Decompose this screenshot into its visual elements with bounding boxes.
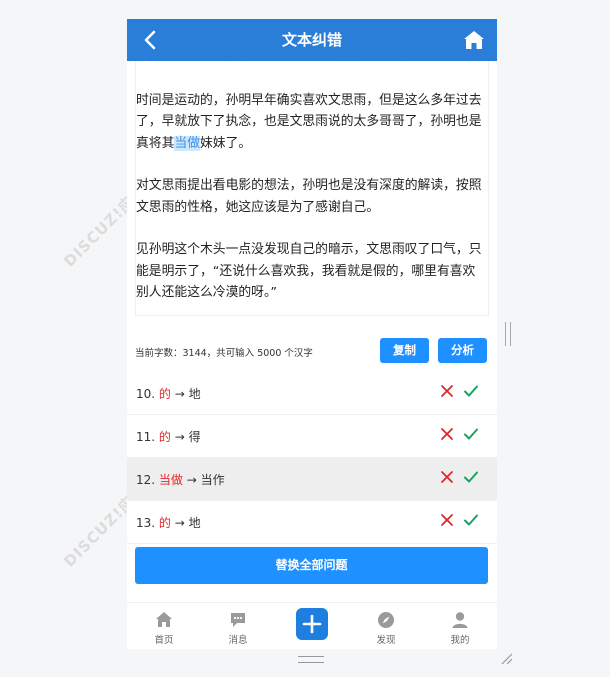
highlighted-error[interactable]: 当做 bbox=[174, 135, 200, 151]
reject-icon[interactable] bbox=[440, 470, 454, 484]
accept-check-icon[interactable] bbox=[463, 384, 479, 398]
editor-content[interactable]: “吃东西可以，看电影就算了，我想睡觉。”孙明道。时间是运动的，孙明早年确实喜欢文… bbox=[136, 61, 488, 315]
user-icon bbox=[452, 612, 468, 628]
suggested-word: 地 bbox=[188, 387, 201, 401]
wrong-word: 的 bbox=[158, 516, 171, 530]
correction-number: 12. bbox=[136, 473, 156, 487]
correction-row[interactable]: 12. 当做 → 当作 bbox=[127, 458, 497, 501]
arrow-glyph: → bbox=[186, 473, 197, 487]
analyze-button[interactable]: 分析 bbox=[438, 338, 487, 363]
replace-all-button[interactable]: 替换全部问题 bbox=[135, 547, 488, 584]
tab-messages[interactable]: 消息 bbox=[201, 603, 275, 649]
plus-icon bbox=[302, 614, 322, 634]
correction-text: 10. 的 → 地 bbox=[136, 385, 201, 402]
editor-fade bbox=[136, 61, 488, 75]
correction-row[interactable]: 11. 的 → 得 bbox=[127, 415, 497, 458]
correction-number: 10. bbox=[136, 387, 156, 401]
mobile-screen: 文本纠错 “吃东西可以，看电影就算了，我想睡觉。”孙明道。时间是运动的，孙明早年… bbox=[127, 19, 497, 649]
correction-row[interactable]: 13. 的 → 地 bbox=[127, 501, 497, 544]
correction-row[interactable]: 10. 的 → 地 bbox=[127, 372, 497, 415]
app-header: 文本纠错 bbox=[127, 19, 497, 61]
suggested-word: 得 bbox=[188, 430, 201, 444]
tab-label: 首页 bbox=[154, 635, 174, 646]
wrong-word: 当做 bbox=[158, 473, 183, 487]
home-icon bbox=[156, 612, 172, 627]
tab-home[interactable]: 首页 bbox=[127, 603, 201, 649]
accept-check-icon[interactable] bbox=[463, 427, 479, 441]
bottom-tab-bar: 首页 消息 发现 我的 bbox=[127, 602, 497, 649]
paragraph-text: 对文思雨提出看电影的想法，孙明也是没有深度的解读，按照文思雨的性格，她这应该是为… bbox=[136, 178, 482, 215]
arrow-glyph: → bbox=[174, 516, 185, 530]
reject-icon[interactable] bbox=[440, 513, 454, 527]
text-editor[interactable]: “吃东西可以，看电影就算了，我想睡觉。”孙明道。时间是运动的，孙明早年确实喜欢文… bbox=[135, 61, 489, 316]
suggested-word: 当作 bbox=[200, 473, 225, 487]
suggested-word: 地 bbox=[188, 516, 201, 530]
correction-number: 11. bbox=[136, 430, 156, 444]
compass-icon bbox=[378, 612, 394, 628]
tab-publish[interactable] bbox=[275, 603, 349, 649]
char-count: 当前字数：3144，共可输入 5000 个汉字 bbox=[135, 348, 313, 359]
reject-icon[interactable] bbox=[440, 427, 454, 441]
arrow-glyph: → bbox=[174, 430, 185, 444]
tab-profile[interactable]: 我的 bbox=[423, 603, 497, 649]
accept-check-icon[interactable] bbox=[463, 470, 479, 484]
correction-text: 13. 的 → 地 bbox=[136, 514, 201, 531]
vertical-scroll-handle[interactable] bbox=[505, 322, 511, 346]
copy-button[interactable]: 复制 bbox=[380, 338, 429, 363]
tab-label: 发现 bbox=[376, 635, 396, 646]
wrong-word: 的 bbox=[158, 430, 171, 444]
paragraph-text: 见孙明这个木头一点没发现自己的暗示，文思雨叹了口气，只能是明示了，“还说什么喜欢… bbox=[136, 242, 482, 300]
resize-grip-icon[interactable] bbox=[500, 652, 514, 666]
tab-discover[interactable]: 发现 bbox=[349, 603, 423, 649]
editor-paragraph: 时间是运动的，孙明早年确实喜欢文思雨，但是这么多年过去了，早就放下了执念，也是文… bbox=[136, 90, 488, 155]
plus-button[interactable] bbox=[296, 608, 328, 640]
correction-number: 13. bbox=[136, 516, 156, 530]
horizontal-scroll-handle[interactable] bbox=[298, 656, 324, 663]
accept-check-icon[interactable] bbox=[463, 513, 479, 527]
count-bar: 当前字数：3144，共可输入 5000 个汉字 复制 分析 bbox=[127, 329, 497, 374]
chat-icon bbox=[231, 613, 245, 627]
home-icon[interactable] bbox=[463, 29, 485, 51]
correction-text: 12. 当做 → 当作 bbox=[136, 471, 225, 488]
tab-label: 我的 bbox=[450, 635, 470, 646]
wrong-word: 的 bbox=[158, 387, 171, 401]
reject-icon[interactable] bbox=[440, 384, 454, 398]
correction-text: 11. 的 → 得 bbox=[136, 428, 201, 445]
page-title: 文本纠错 bbox=[281, 31, 342, 49]
editor-paragraph: 见孙明这个木头一点没发现自己的暗示，文思雨叹了口气，只能是明示了，“还说什么喜欢… bbox=[136, 239, 488, 304]
correction-list: 10. 的 → 地 11. 的 → 得 12. 当做 → 当作 13. 的 → 地 bbox=[127, 372, 497, 544]
arrow-glyph: → bbox=[174, 387, 185, 401]
tab-label: 消息 bbox=[228, 635, 248, 646]
paragraph-text: 妹妹了。 bbox=[199, 135, 252, 151]
editor-paragraph: 对文思雨提出看电影的想法，孙明也是没有深度的解读，按照文思雨的性格，她这应该是为… bbox=[136, 175, 488, 218]
